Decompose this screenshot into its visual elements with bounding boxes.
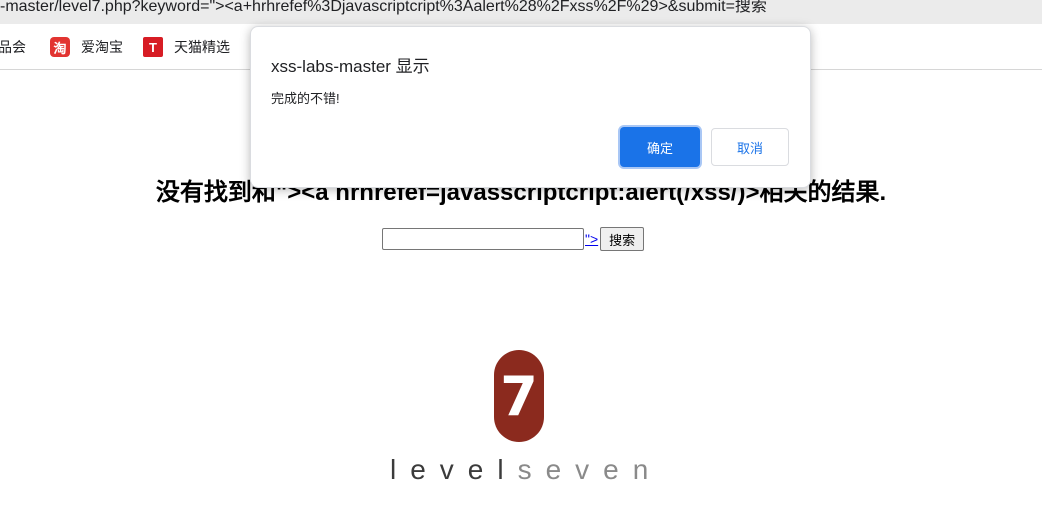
dialog-message: 完成的不错! <box>271 91 340 106</box>
search-submit-button[interactable]: 搜索 <box>600 227 645 251</box>
injected-link[interactable]: "> <box>585 231 598 247</box>
cancel-button[interactable]: 取消 <box>711 128 789 166</box>
tmall-icon: T <box>143 37 163 57</box>
bookmark-item-tmall[interactable]: T 天猫精选 <box>143 37 230 57</box>
logo-wordmark: levelseven <box>390 454 662 486</box>
address-bar[interactable]: -master/level7.php?keyword="><a+hrhrefef… <box>0 0 1042 24</box>
address-bar-url: -master/level7.php?keyword="><a+hrhrefef… <box>0 0 767 15</box>
logo-badge: 7 <box>494 350 544 442</box>
alert-dialog: xss-labs-master 显示 完成的不错! 确定 取消 <box>250 26 811 188</box>
logo-text-seven: seven <box>517 454 663 485</box>
logo-text-level: level <box>390 454 518 485</box>
ok-button[interactable]: 确定 <box>620 127 700 167</box>
bookmark-item-taobao[interactable]: 淘 爱淘宝 <box>50 37 123 57</box>
search-form: "> 搜索 <box>382 227 645 251</box>
level-seven-logo: 7 levelseven <box>380 346 660 496</box>
bookmark-item-vip[interactable]: 品会 <box>0 37 26 57</box>
bookmark-label: 天猫精选 <box>174 39 230 55</box>
search-input[interactable] <box>382 228 584 250</box>
dialog-title: xss-labs-master 显示 <box>271 57 430 76</box>
bookmark-label: 品会 <box>0 39 26 55</box>
bookmark-label: 爱淘宝 <box>81 39 123 55</box>
logo-badge-number: 7 <box>500 364 538 428</box>
taobao-icon: 淘 <box>50 37 70 57</box>
